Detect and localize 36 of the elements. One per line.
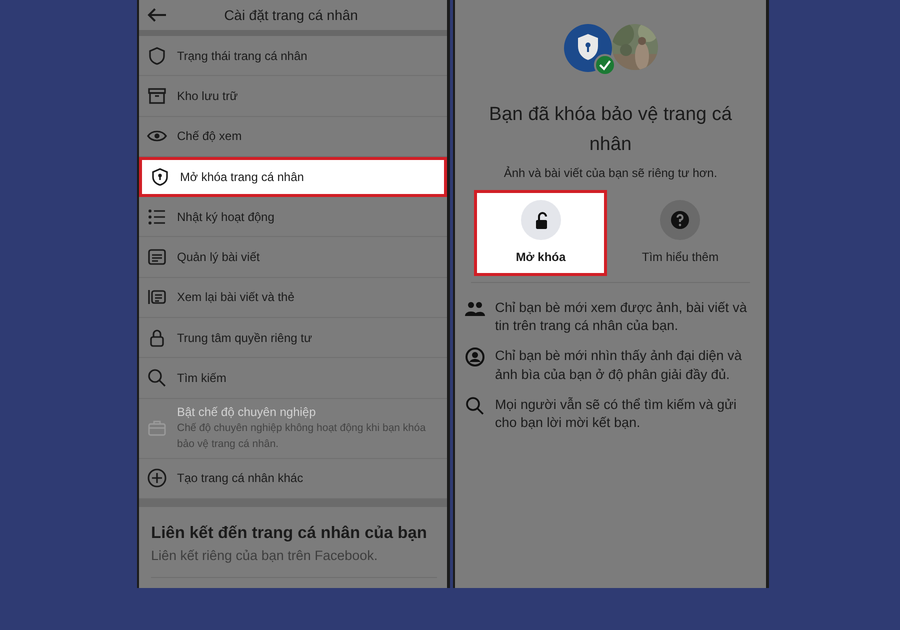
settings-item[interactable]: Nhật ký hoạt động: [139, 197, 447, 238]
profile-circle-icon: [465, 347, 485, 368]
info-text: Chỉ bạn bè mới xem được ảnh, bài viết và tin trên trang cá nhân của bạn.: [495, 299, 748, 336]
dialog-subtitle: Ảnh và bài viết của bạn sẽ riêng tư hơn.: [502, 165, 718, 182]
settings-item[interactable]: Quản lý bài viết: [139, 237, 447, 278]
shield-keyhole-icon: [150, 167, 170, 188]
search-icon: [147, 368, 167, 388]
item-description: Chế độ chuyên nghiệp không hoạt động khi bạn khóa bảo vệ trang cá nhân.: [177, 421, 427, 452]
settings-item[interactable]: Tạo trang cá nhân khác: [139, 458, 447, 499]
shield-icon: [147, 46, 167, 66]
settings-item[interactable]: Tìm kiếm: [139, 358, 447, 399]
screen-title: Cài đặt trang cá nhân: [223, 6, 359, 25]
item-label: Bật chế độ chuyên nghiệp: [177, 404, 317, 422]
plus-circle-icon: [147, 468, 167, 488]
info-text: Mọi người vẫn sẽ có thể tìm kiếm và gửi cho bạn lời mời kết bạn.: [495, 396, 738, 432]
settings-item[interactable]: Trạng thái trang cá nhân: [139, 36, 447, 76]
archive-icon: [147, 86, 167, 106]
document-icon: [147, 247, 167, 268]
briefcase-icon: [147, 418, 167, 438]
settings-item[interactable]: Trung tâm quyền riêng tư: [139, 318, 447, 358]
question-icon: [670, 210, 690, 230]
info-text: Chỉ bạn bè mới nhìn thấy ảnh đại diện và ảnh bìa của bạn ở độ phân giải đầy đủ.: [495, 347, 743, 384]
back-arrow-icon[interactable]: [147, 7, 167, 23]
lock-icon: [147, 328, 167, 348]
section-subtitle: Liên kết riêng của bạn trên Facebook.: [151, 546, 379, 565]
action-button[interactable]: Tìm hiểu thêm: [614, 190, 747, 276]
shield-avatar-icon: [564, 24, 616, 76]
settings-item[interactable]: Xem lại bài viết và thẻ: [139, 278, 447, 318]
people-icon: [465, 299, 485, 319]
settings-item[interactable]: Kho lưu trữ: [139, 76, 447, 117]
action-button[interactable]: Mở khóa: [474, 190, 608, 276]
settings-item[interactable]: Mở khóa trang cá nhân: [139, 156, 447, 198]
list-icon: [147, 206, 167, 227]
section-title: Liên kết đến trang cá nhân của bạn: [151, 522, 428, 544]
search-icon: [465, 396, 485, 416]
dialog-title: Bạn đã khóa bảo vệ trang cá nhân: [488, 103, 733, 157]
